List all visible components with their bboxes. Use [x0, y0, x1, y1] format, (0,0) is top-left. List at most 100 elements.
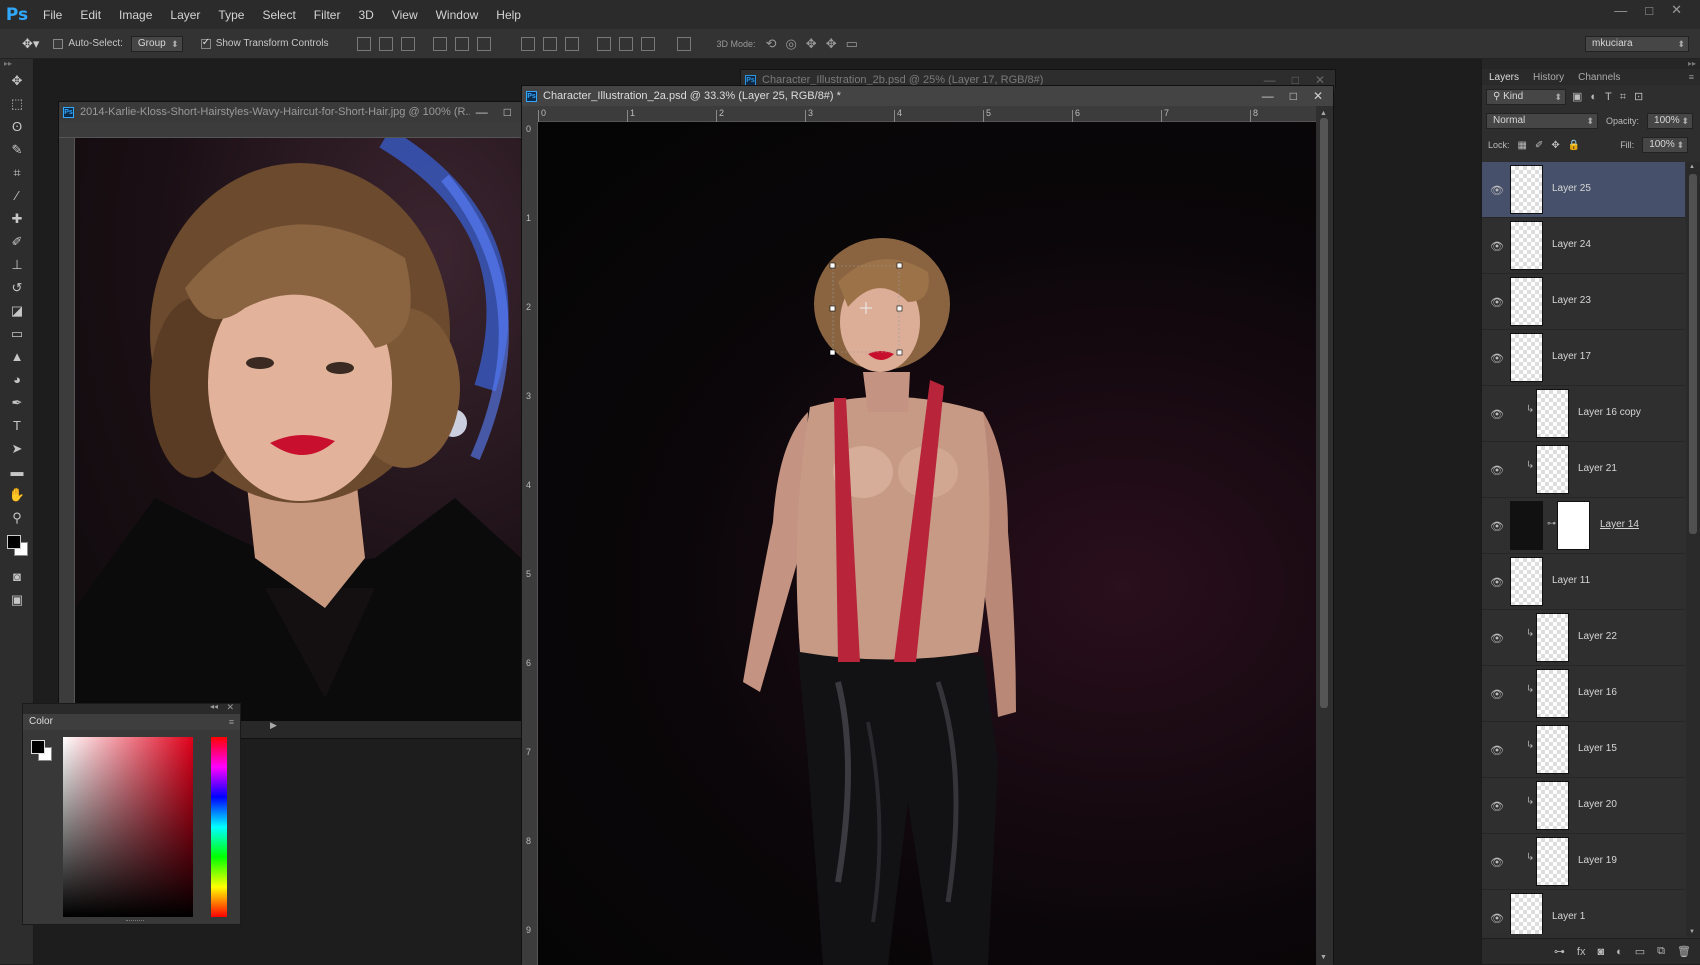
eyedropper-tool-icon[interactable]: ⁄ [0, 184, 34, 207]
zoom-tool-icon[interactable]: ⚲ [0, 506, 34, 529]
layer-row[interactable]: 👁 Layer 24 [1482, 218, 1685, 274]
mask-link-icon[interactable]: ⊶ [1547, 518, 1556, 529]
panel-menu-icon[interactable]: ≡ [1689, 72, 1694, 82]
layer-row[interactable]: 👁 ⊶ Layer 14 [1482, 498, 1685, 554]
color-picker-field[interactable] [63, 737, 193, 917]
layer-style-icon[interactable]: fx [1577, 946, 1586, 958]
layer-name[interactable]: Layer 19 [1578, 855, 1617, 866]
distribute-right-icon[interactable] [640, 36, 655, 51]
tab-channels[interactable]: Channels [1571, 72, 1627, 83]
gradient-tool-icon[interactable]: ▭ [0, 322, 34, 345]
visibility-eye-icon[interactable]: 👁 [1490, 464, 1504, 477]
color-panel-foreground-swatch[interactable] [31, 740, 45, 754]
visibility-eye-icon[interactable]: 👁 [1490, 408, 1504, 421]
layers-scrollbar[interactable]: ▲ ▼ [1686, 162, 1700, 937]
show-transform-checkbox[interactable] [200, 37, 211, 49]
menu-image[interactable]: Image [110, 8, 161, 22]
align-horizontal-centers-icon[interactable] [454, 36, 469, 51]
distribute-horizontal-centers-icon[interactable] [618, 36, 633, 51]
menu-type[interactable]: Type [209, 8, 253, 22]
auto-select-dropdown[interactable]: Group [130, 35, 183, 52]
distribute-vertical-centers-icon[interactable] [542, 36, 557, 51]
layer-thumbnail[interactable] [1536, 669, 1569, 718]
layer-name[interactable]: Layer 16 [1578, 687, 1617, 698]
color-panel-tab[interactable]: Color ≡ [23, 714, 240, 730]
auto-align-layers-icon[interactable] [676, 36, 691, 51]
align-vertical-centers-icon[interactable] [378, 36, 393, 51]
ruler-origin[interactable] [522, 106, 538, 122]
screen-mode-icon[interactable]: ▣ [0, 588, 34, 611]
menu-file[interactable]: File [34, 8, 71, 22]
maximize-window-button[interactable]: □ [1645, 3, 1653, 18]
menu-select[interactable]: Select [253, 8, 304, 22]
color-swatches[interactable] [0, 529, 33, 565]
distribute-top-icon[interactable] [520, 36, 535, 51]
pen-tool-icon[interactable]: ✒ [0, 391, 34, 414]
close-window-button[interactable]: ✕ [1671, 2, 1682, 18]
3d-mode-tools-icon[interactable]: ⟲◎✥✥▭ [766, 36, 867, 52]
layer-thumbnail[interactable] [1536, 837, 1569, 886]
layer-thumbnail[interactable] [1510, 165, 1543, 214]
history-brush-tool-icon[interactable]: ↺ [0, 276, 34, 299]
lasso-tool-icon[interactable]: ʘ [0, 115, 34, 138]
visibility-eye-icon[interactable]: 👁 [1490, 744, 1504, 757]
link-layers-icon[interactable]: ⊶ [1554, 945, 1565, 958]
panel-collapse-icon[interactable]: ◂◂ [210, 702, 218, 711]
healing-brush-tool-icon[interactable]: ✚ [0, 207, 34, 230]
doc-minimize-button[interactable]: — [1262, 89, 1274, 103]
layers-scrollbar-thumb[interactable] [1689, 174, 1697, 534]
menu-3d[interactable]: 3D [349, 8, 382, 22]
opacity-input[interactable]: 100% [1647, 113, 1694, 129]
document-window-main[interactable]: Ps Character_Illustration_2a.psd @ 33.3%… [521, 85, 1334, 965]
layer-name[interactable]: Layer 11 [1552, 575, 1590, 586]
panel-menu-icon[interactable]: ≡ [229, 714, 234, 730]
blend-mode-dropdown[interactable]: Normal [1486, 113, 1598, 129]
menu-layer[interactable]: Layer [161, 8, 209, 22]
layer-name[interactable]: Layer 21 [1578, 463, 1617, 474]
visibility-eye-icon[interactable]: 👁 [1490, 800, 1504, 813]
type-tool-icon[interactable]: T [0, 414, 34, 437]
vertical-scrollbar[interactable]: ▲ ▼ [1316, 106, 1333, 965]
layer-row[interactable]: 👁 ↳ Layer 15 [1482, 722, 1685, 778]
layer-row[interactable]: 👁 ↳ Layer 22 [1482, 610, 1685, 666]
new-layer-icon[interactable]: ⧉ [1657, 945, 1665, 958]
visibility-eye-icon[interactable]: 👁 [1490, 688, 1504, 701]
align-bottom-edges-icon[interactable] [400, 36, 415, 51]
quick-mask-icon[interactable]: ◙ [0, 565, 34, 588]
visibility-eye-icon[interactable]: 👁 [1490, 912, 1504, 925]
layer-thumbnail[interactable] [1536, 613, 1569, 662]
visibility-eye-icon[interactable]: 👁 [1490, 352, 1504, 365]
layer-row[interactable]: 👁 ↳ Layer 20 [1482, 778, 1685, 834]
marquee-tool-icon[interactable]: ⬚ [0, 92, 34, 115]
layer-name[interactable]: Layer 17 [1552, 351, 1591, 362]
lock-icons[interactable]: ▦✐✥🔒 [1518, 140, 1589, 151]
scroll-up-icon[interactable]: ▲ [1689, 164, 1695, 170]
dodge-tool-icon[interactable]: ◕ [0, 368, 34, 391]
visibility-eye-icon[interactable]: 👁 [1490, 520, 1504, 533]
rectangle-tool-icon[interactable]: ▬ [0, 460, 34, 483]
layer-row[interactable]: 👁 ↳ Layer 19 [1482, 834, 1685, 890]
layer-thumbnail[interactable] [1536, 725, 1569, 774]
menu-window[interactable]: Window [427, 8, 488, 22]
menu-help[interactable]: Help [487, 8, 530, 22]
layer-thumbnail[interactable] [1510, 893, 1543, 934]
layer-thumbnail[interactable] [1510, 501, 1543, 550]
layer-filter-dropdown[interactable]: ⚲ Kind [1486, 89, 1566, 105]
clone-stamp-tool-icon[interactable]: ⊥ [0, 253, 34, 276]
menu-edit[interactable]: Edit [71, 8, 110, 22]
doc-restore-button[interactable]: □ [504, 105, 511, 119]
layer-name[interactable]: Layer 14 [1600, 519, 1639, 530]
layer-mask-thumbnail[interactable] [1557, 501, 1590, 550]
new-group-icon[interactable]: ▭ [1635, 945, 1645, 958]
delete-layer-icon[interactable]: 🗑 [1677, 945, 1691, 958]
filter-type-icons[interactable]: ▣◐T⌗⊡ [1572, 90, 1651, 104]
scroll-up-icon[interactable]: ▲ [1320, 110, 1327, 117]
distribute-left-icon[interactable] [596, 36, 611, 51]
layer-thumbnail[interactable] [1510, 333, 1543, 382]
layer-name[interactable]: Layer 15 [1578, 743, 1617, 754]
doc-close-button[interactable]: ✕ [1313, 89, 1323, 103]
distribute-bottom-icon[interactable] [564, 36, 579, 51]
layer-row[interactable]: 👁 Layer 1 [1482, 890, 1685, 934]
toolbar-collapse-icon[interactable]: ▸▸ [0, 59, 33, 69]
visibility-eye-icon[interactable]: 👁 [1490, 632, 1504, 645]
